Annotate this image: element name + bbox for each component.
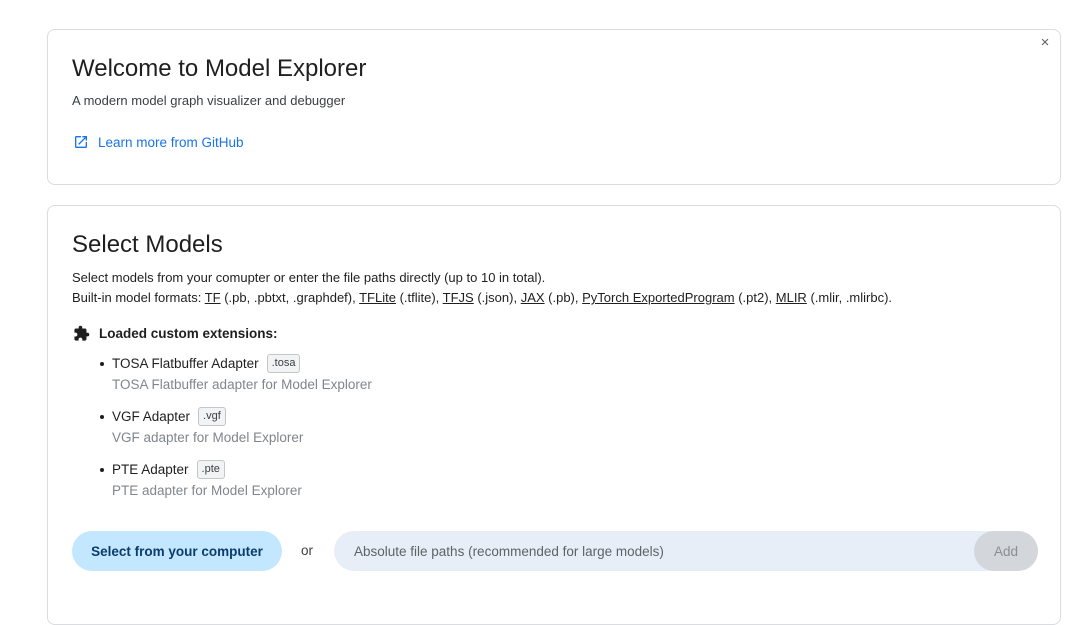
extensions-header: Loaded custom extensions: [73, 325, 278, 342]
select-models-title: Select Models [72, 231, 223, 258]
bullet-icon [100, 467, 104, 472]
select-description: Select models from your comupter or ente… [72, 270, 546, 285]
extensions-header-label: Loaded custom extensions: [99, 326, 278, 341]
format-tfjs[interactable]: TFJS [443, 290, 474, 305]
or-label: or [301, 543, 314, 558]
file-path-field: Add [334, 531, 1038, 571]
github-link[interactable]: Learn more from GitHub [73, 134, 244, 150]
extension-name: TOSA Flatbuffer Adapter [112, 356, 259, 371]
close-icon[interactable]: × [1036, 34, 1054, 52]
format-mlir-ext: (.mlir, .mlirbc). [806, 290, 893, 305]
extension-icon [74, 325, 90, 341]
github-link-label: Learn more from GitHub [98, 134, 244, 150]
file-paths-input[interactable] [334, 531, 974, 571]
list-item: TOSA Flatbuffer Adapter .tosa TOSA Flatb… [100, 354, 372, 407]
format-pytorch[interactable]: PyTorch ExportedProgram [582, 290, 734, 305]
extension-description: VGF adapter for Model Explorer [112, 430, 304, 445]
select-models-card: Select Models Select models from your co… [47, 205, 1061, 625]
format-tf[interactable]: TF [205, 290, 221, 305]
format-tf-ext: (.pb, .pbtxt, .graphdef), [220, 290, 360, 305]
format-tflite[interactable]: TFLite [359, 290, 396, 305]
add-button[interactable]: Add [974, 531, 1038, 571]
extensions-list: TOSA Flatbuffer Adapter .tosa TOSA Flatb… [100, 354, 372, 513]
welcome-subtitle: A modern model graph visualizer and debu… [72, 93, 346, 108]
bullet-icon [100, 414, 104, 419]
format-pytorch-ext: (.pt2), [734, 290, 776, 305]
extension-tag: .tosa [266, 354, 301, 373]
welcome-card: × Welcome to Model Explorer A modern mod… [47, 29, 1061, 185]
format-tflite-ext: (.tflite), [395, 290, 443, 305]
open-in-new-icon [75, 136, 87, 148]
builtin-formats: Built-in model formats: TF (.pb, .pbtxt,… [72, 290, 892, 305]
list-item: VGF Adapter .vgf VGF adapter for Model E… [100, 407, 372, 460]
extension-name: PTE Adapter [112, 462, 189, 477]
list-item: PTE Adapter .pte PTE adapter for Model E… [100, 460, 372, 513]
welcome-title: Welcome to Model Explorer [72, 55, 367, 82]
format-tfjs-ext: (.json), [473, 290, 521, 305]
format-jax-ext: (.pb), [544, 290, 583, 305]
format-jax[interactable]: JAX [521, 290, 545, 305]
select-from-computer-button[interactable]: Select from your computer [72, 531, 282, 571]
bullet-icon [100, 361, 104, 366]
extension-description: PTE adapter for Model Explorer [112, 483, 302, 498]
format-mlir[interactable]: MLIR [776, 290, 807, 305]
extension-tag: .vgf [198, 407, 226, 426]
builtin-formats-prefix: Built-in model formats: [72, 290, 205, 305]
extension-description: TOSA Flatbuffer adapter for Model Explor… [112, 377, 372, 392]
extension-name: VGF Adapter [112, 409, 191, 424]
extension-tag: .pte [196, 460, 225, 479]
